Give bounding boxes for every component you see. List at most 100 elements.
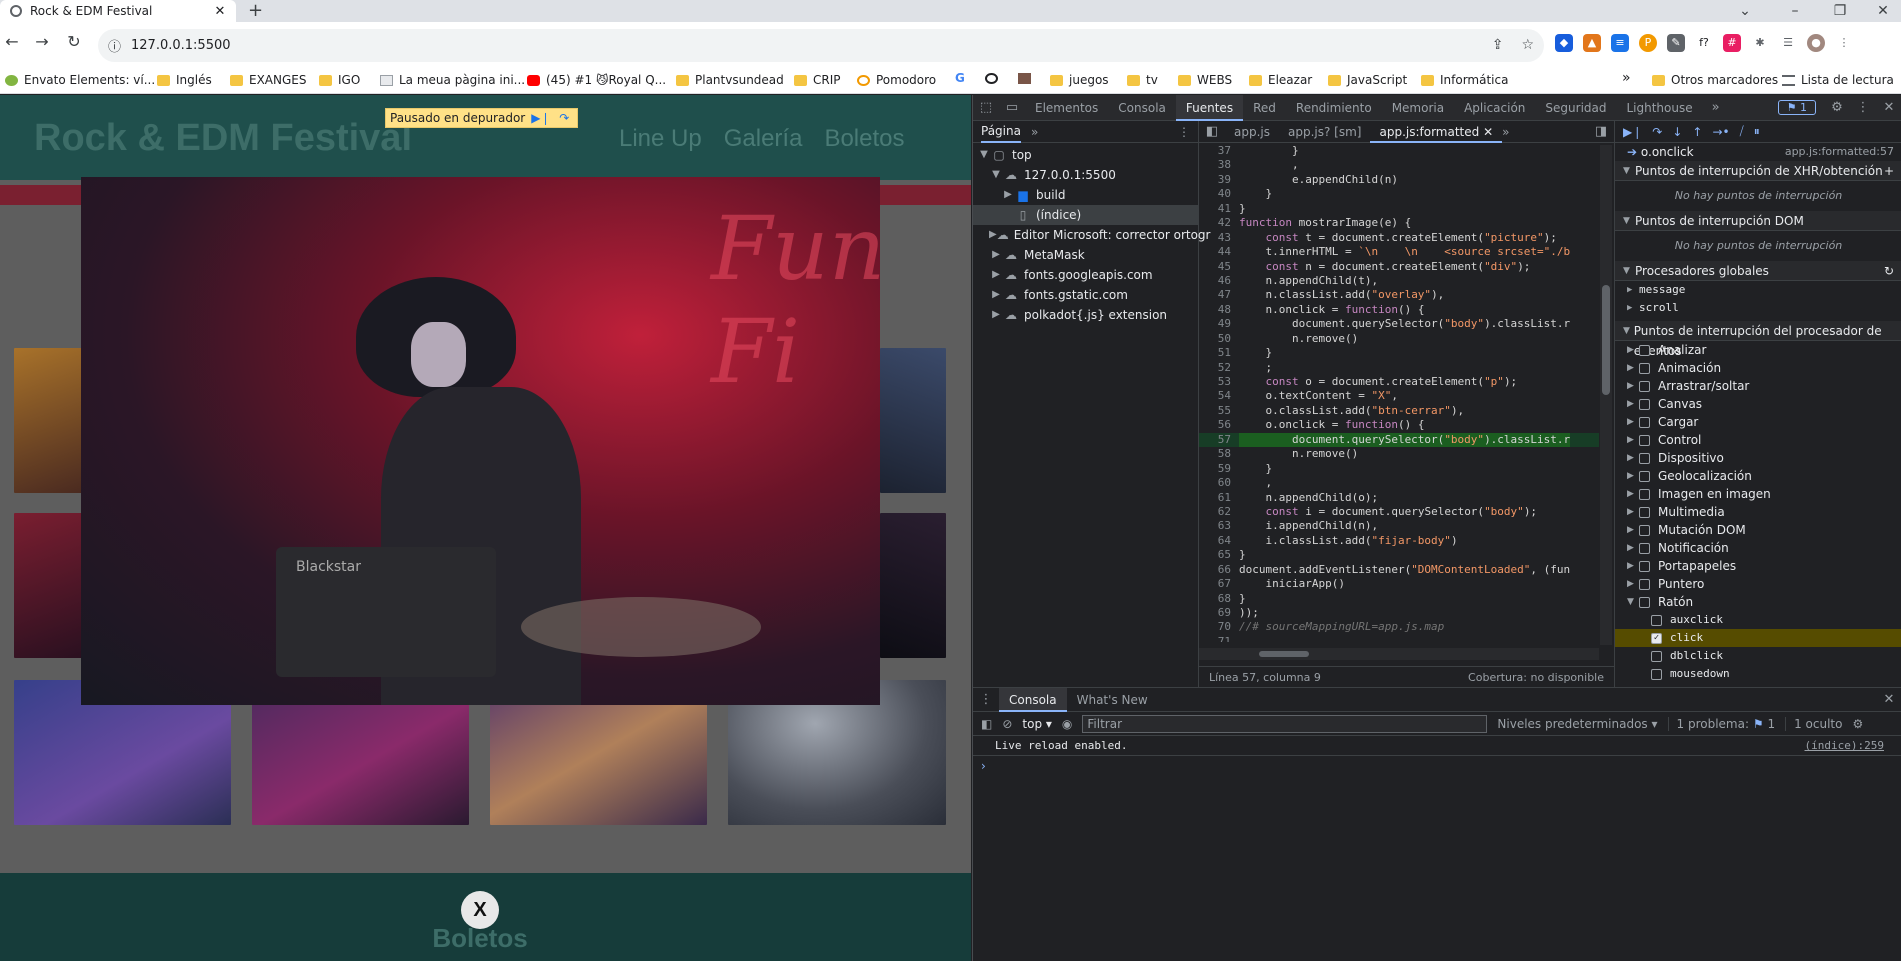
- event-category[interactable]: ▶ Multimedia: [1615, 503, 1901, 521]
- settings-gear-icon[interactable]: ⚙: [1824, 100, 1850, 115]
- code-line[interactable]: 49 document.querySelector("body").classL…: [1199, 317, 1599, 331]
- pause-on-exceptions-icon[interactable]: ⏸: [1754, 124, 1760, 139]
- collapsed-icon[interactable]: ▶: [989, 285, 1003, 305]
- event-category[interactable]: ▶ Analizar: [1615, 341, 1901, 359]
- collapsed-icon[interactable]: ▶: [1627, 359, 1639, 377]
- tab-close-icon[interactable]: ✕: [212, 4, 228, 19]
- tab-search-icon[interactable]: ⌄: [1730, 0, 1760, 22]
- bookmark-juegos[interactable]: juegos: [1050, 73, 1109, 87]
- share-icon[interactable]: ⇪: [1492, 37, 1504, 53]
- toggle-navigator-icon[interactable]: ◧: [1199, 124, 1225, 139]
- tab-red[interactable]: Red: [1243, 95, 1286, 121]
- close-tab-icon[interactable]: ✕: [1483, 125, 1493, 139]
- line-number[interactable]: 52: [1199, 361, 1239, 375]
- code-line[interactable]: 61 n.appendChild(o);: [1199, 491, 1599, 505]
- bookmark-star-icon[interactable]: ☆: [1521, 37, 1534, 53]
- bookmark-eleazar[interactable]: Eleazar: [1249, 73, 1312, 87]
- event-category[interactable]: ▶ Imagen en imagen: [1615, 485, 1901, 503]
- tab-fuentes[interactable]: Fuentes: [1175, 94, 1244, 121]
- editor-scrollbar[interactable]: [1600, 145, 1612, 645]
- close-devtools-icon[interactable]: ✕: [1876, 100, 1901, 115]
- tree-item[interactable]: ▶ ▆ build: [973, 185, 1198, 205]
- line-number[interactable]: 68: [1199, 592, 1239, 606]
- step-out-icon[interactable]: ↑: [1692, 125, 1702, 139]
- tab-elementos[interactable]: Elementos: [1025, 95, 1108, 121]
- close-drawer-icon[interactable]: ✕: [1876, 692, 1901, 707]
- tab-lighthouse[interactable]: Lighthouse: [1616, 95, 1702, 121]
- event-breakpoint-mousedown[interactable]: mousedown: [1615, 665, 1901, 683]
- category-checkbox[interactable]: [1639, 434, 1650, 446]
- resume-icon[interactable]: ▶❘: [531, 110, 550, 126]
- code-line[interactable]: 48 n.onclick = function() {: [1199, 303, 1599, 317]
- collapsed-icon[interactable]: ▶: [1627, 341, 1639, 359]
- avatar[interactable]: ●: [1807, 34, 1825, 52]
- live-expression-eye-icon[interactable]: ◉: [1062, 717, 1072, 731]
- breakpoint-line[interactable]: 57 document.querySelector("body").classL…: [1199, 432, 1599, 448]
- event-category[interactable]: ▶ Canvas: [1615, 395, 1901, 413]
- line-number[interactable]: 55: [1199, 404, 1239, 418]
- code-line[interactable]: 46 n.appendChild(t),: [1199, 274, 1599, 288]
- more-options-icon[interactable]: ⋮: [1850, 100, 1876, 115]
- event-category[interactable]: ▼ – Ratón: [1615, 593, 1901, 611]
- line-number[interactable]: 48: [1199, 303, 1239, 317]
- code-line[interactable]: 45 const n = document.createElement("div…: [1199, 260, 1599, 274]
- event-breakpoint-auxclick[interactable]: auxclick: [1615, 611, 1901, 629]
- close-overlay-button[interactable]: X: [461, 891, 499, 929]
- collapsed-icon[interactable]: ▶: [1627, 395, 1639, 413]
- expanded-icon[interactable]: ▼: [1627, 593, 1639, 611]
- bookmark-pomodoro[interactable]: Pomodoro: [857, 73, 936, 87]
- category-checkbox[interactable]: [1639, 524, 1650, 536]
- line-number[interactable]: 51: [1199, 346, 1239, 360]
- code-line[interactable]: 39 e.appendChild(n): [1199, 173, 1599, 187]
- category-checkbox[interactable]: [1639, 344, 1650, 356]
- line-number[interactable]: 56: [1199, 418, 1239, 432]
- sidebar-toggle-icon[interactable]: ◧: [981, 717, 992, 731]
- code-line[interactable]: 52 ;: [1199, 361, 1599, 375]
- tree-item[interactable]: ▶ ☁ Editor Microsoft: corrector ortogr: [973, 225, 1210, 245]
- code-line[interactable]: 67 iniciarApp(): [1199, 577, 1599, 591]
- tree-item[interactable]: ▶ ☁ MetaMask: [973, 245, 1198, 265]
- issues-badge[interactable]: ⚑ 1: [1777, 100, 1816, 115]
- collapsed-icon[interactable]: ▶: [1627, 575, 1639, 593]
- issues-button[interactable]: 1 problema: ⚑ 1: [1667, 716, 1775, 731]
- line-number[interactable]: 62: [1199, 505, 1239, 519]
- line-number[interactable]: 45: [1199, 260, 1239, 274]
- bookmark-informatica[interactable]: Informática: [1421, 73, 1508, 87]
- log-levels-dropdown[interactable]: Niveles predeterminados ▾: [1497, 717, 1657, 731]
- code-line[interactable]: 47 n.classList.add("overlay"),: [1199, 288, 1599, 302]
- code-line[interactable]: 54 o.textContent = "X",: [1199, 389, 1599, 403]
- event-checkbox[interactable]: [1651, 614, 1662, 626]
- category-checkbox[interactable]: [1639, 470, 1650, 482]
- browser-tab[interactable]: Rock & EDM Festival ✕: [0, 0, 236, 22]
- line-number[interactable]: 39: [1199, 173, 1239, 187]
- bookmark-google[interactable]: G: [955, 72, 974, 84]
- code-line[interactable]: 58 n.remove(): [1199, 447, 1599, 461]
- code-line[interactable]: 66 document.addEventListener("DOMContentL…: [1199, 563, 1599, 577]
- reading-list[interactable]: Lista de lectura: [1782, 73, 1894, 87]
- bookmark-igo[interactable]: IGO: [319, 73, 360, 87]
- line-number[interactable]: 65: [1199, 548, 1239, 562]
- nav-line-up[interactable]: Line Up: [619, 125, 702, 153]
- category-checkbox[interactable]: [1639, 452, 1650, 464]
- event-category[interactable]: ▶ Control: [1615, 431, 1901, 449]
- collapsed-icon[interactable]: ▶: [1627, 413, 1639, 431]
- editor-tab-appjs-formatted[interactable]: app.js:formatted ✕: [1370, 121, 1503, 143]
- refresh-icon[interactable]: ↻: [1884, 261, 1894, 280]
- nav-boletos[interactable]: Boletos: [824, 125, 904, 153]
- line-number[interactable]: 40: [1199, 187, 1239, 201]
- layers-icon[interactable]: ≡: [1611, 34, 1629, 52]
- back-button[interactable]: ←: [0, 32, 24, 51]
- deactivate-breakpoints-icon[interactable]: ⧸: [1740, 124, 1744, 139]
- collapsed-icon[interactable]: ▶: [989, 225, 997, 245]
- tree-item[interactable]: ▼ ▢ top: [973, 145, 1198, 165]
- event-category[interactable]: ▶ Animación: [1615, 359, 1901, 377]
- bookmark-javascript[interactable]: JavaScript: [1328, 73, 1407, 87]
- tab-consola[interactable]: Consola: [1108, 95, 1176, 121]
- collapsed-icon[interactable]: ▶: [989, 245, 1003, 265]
- tab-aplicacion[interactable]: Aplicación: [1454, 95, 1535, 121]
- inspect-icon[interactable]: ⬚: [973, 100, 999, 115]
- line-number[interactable]: 70: [1199, 620, 1239, 634]
- line-number[interactable]: 37: [1199, 144, 1239, 158]
- line-number[interactable]: 43: [1199, 231, 1239, 245]
- category-checkbox[interactable]: [1639, 380, 1650, 392]
